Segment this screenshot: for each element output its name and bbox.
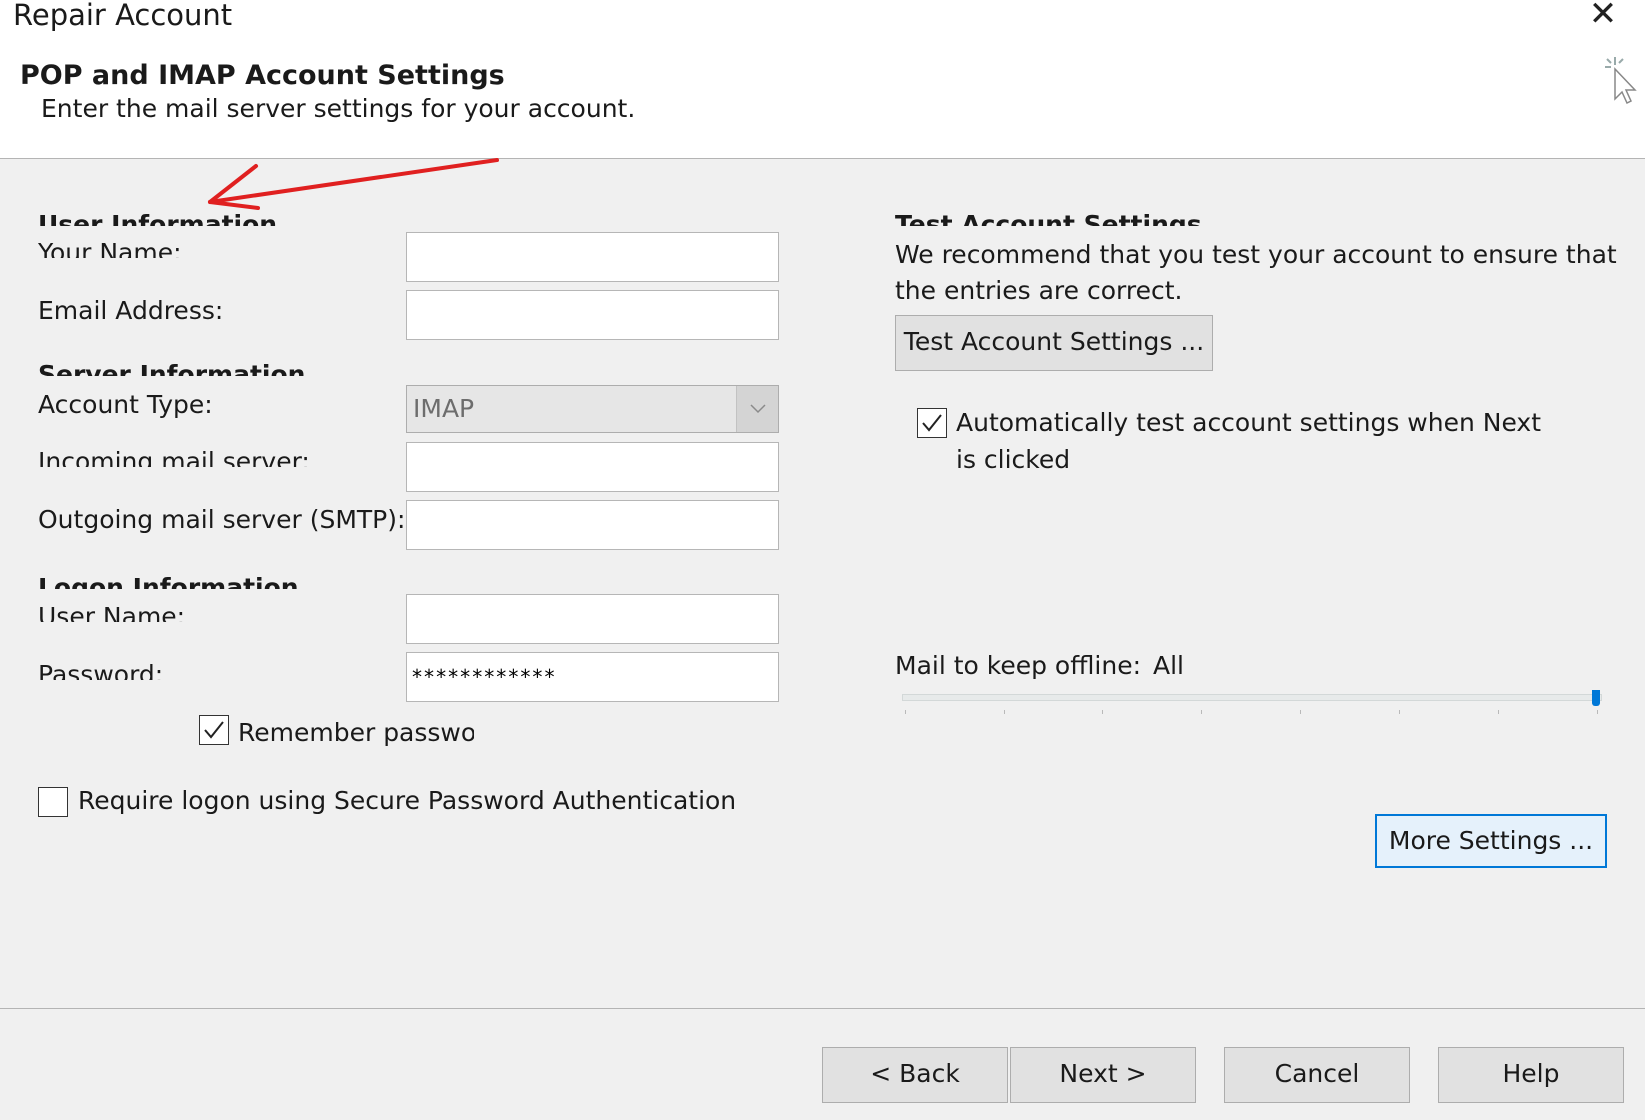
page-subtitle: Enter the mail server settings for your …	[41, 94, 636, 123]
page-title: POP and IMAP Account Settings	[20, 60, 505, 91]
outgoing-server-field[interactable]	[406, 500, 779, 550]
account-type-value: IMAP	[413, 394, 475, 423]
password-label: Password:	[38, 660, 164, 680]
test-account-settings-button[interactable]: Test Account Settings ...	[895, 315, 1213, 371]
logon-info-heading: Logon Information	[38, 573, 299, 589]
slider-tick	[1201, 710, 1202, 714]
annotation-arrow-icon	[208, 158, 499, 210]
auto-test-checkbox[interactable]	[917, 408, 947, 438]
slider-tick	[1004, 710, 1005, 714]
offline-value: All	[1153, 651, 1184, 680]
spa-checkbox[interactable]	[38, 787, 68, 817]
checkmark-icon	[204, 721, 224, 739]
account-type-select[interactable]: IMAP	[406, 385, 779, 433]
slider-tick	[1498, 710, 1499, 714]
slider-tick	[1102, 710, 1103, 714]
slider-tick	[1399, 710, 1400, 714]
slider-tick	[905, 710, 906, 714]
help-button[interactable]: Help	[1438, 1047, 1624, 1103]
auto-test-label-line2: is clicked	[956, 445, 1071, 474]
slider-tick	[1597, 710, 1598, 714]
combo-dropdown-button[interactable]	[736, 386, 778, 432]
more-settings-button[interactable]: More Settings ...	[1375, 814, 1607, 868]
cancel-button[interactable]: Cancel	[1224, 1047, 1410, 1103]
your-name-label: Your Name:	[38, 238, 182, 258]
chevron-down-icon	[750, 404, 766, 414]
close-icon[interactable]: ✕	[1586, 0, 1620, 31]
user-name-field[interactable]	[406, 594, 779, 644]
incoming-server-field[interactable]	[406, 442, 779, 492]
remember-password-label: Remember passwor	[238, 718, 474, 747]
remember-password-checkbox[interactable]	[199, 715, 229, 745]
outgoing-server-label: Outgoing mail server (SMTP):	[38, 505, 406, 534]
next-button[interactable]: Next >	[1010, 1047, 1196, 1103]
offline-slider[interactable]	[902, 694, 1602, 701]
account-type-label: Account Type:	[38, 390, 213, 419]
user-name-label: User Name:	[38, 602, 186, 622]
offline-slider-thumb[interactable]	[1592, 690, 1600, 706]
window-title: Repair Account	[13, 0, 233, 32]
slider-tick	[1300, 710, 1301, 714]
footer-divider	[0, 1008, 1645, 1009]
your-name-field[interactable]	[406, 232, 779, 282]
auto-test-label-line1: Automatically test account settings when…	[956, 408, 1542, 437]
user-info-heading: User Information	[38, 210, 278, 226]
password-field[interactable]	[406, 652, 779, 702]
offline-label: Mail to keep offline:	[895, 651, 1141, 680]
email-field[interactable]	[406, 290, 779, 340]
server-info-heading: Server Information	[38, 360, 306, 376]
busy-cursor-icon	[1605, 57, 1637, 105]
back-button[interactable]: < Back	[822, 1047, 1008, 1103]
checkmark-icon	[922, 414, 942, 432]
spa-label: Require logon using Secure Password Auth…	[78, 786, 737, 815]
email-label: Email Address:	[38, 296, 224, 325]
incoming-server-label: Incoming mail server:	[38, 447, 310, 467]
test-settings-line1: We recommend that you test your account …	[895, 240, 1617, 269]
test-settings-line2: the entries are correct.	[895, 276, 1183, 305]
test-settings-heading: Test Account Settings	[895, 210, 1202, 226]
